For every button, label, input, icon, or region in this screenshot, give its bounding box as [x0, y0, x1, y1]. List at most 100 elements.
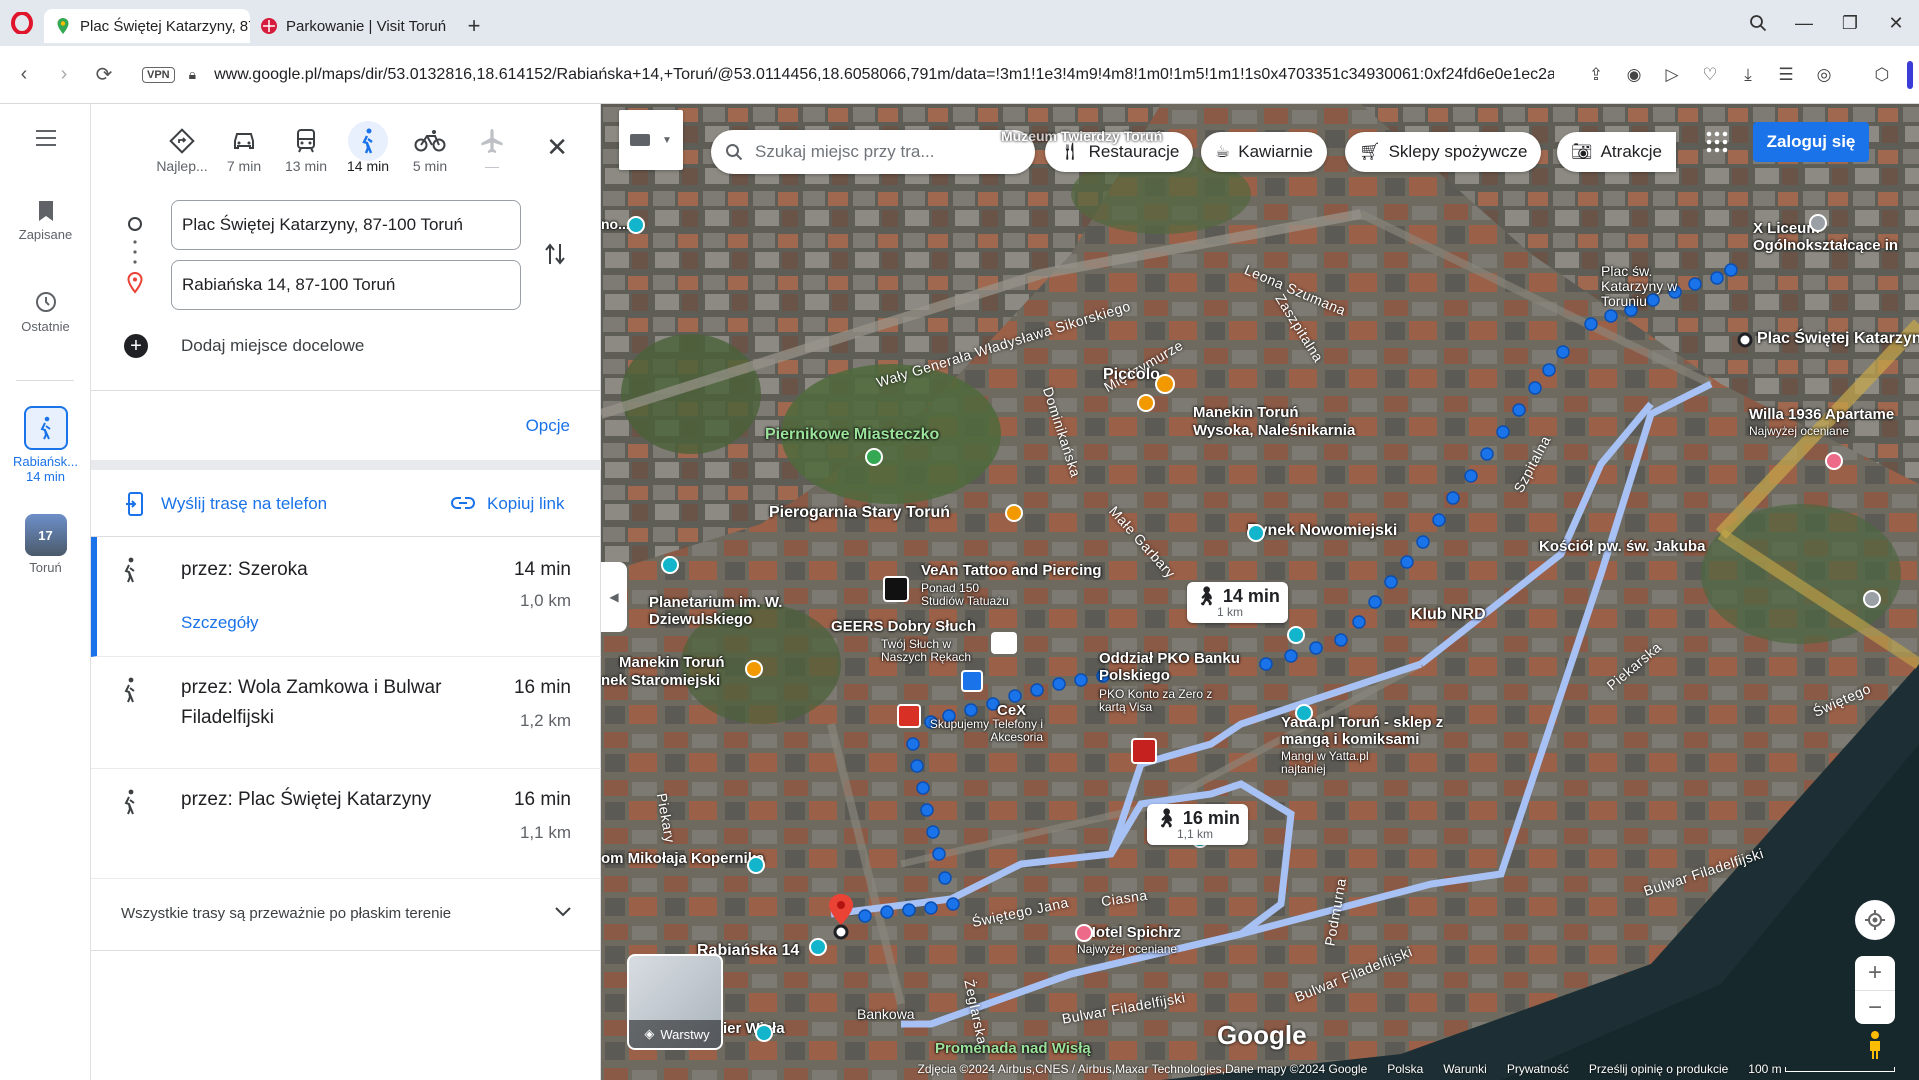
- mode-car[interactable]: 7 min: [213, 124, 275, 174]
- place-label[interactable]: Planetarium im. W. Dziewulskiego: [649, 594, 799, 628]
- city-button[interactable]: 17 Toruń: [0, 514, 91, 575]
- sign-in-button[interactable]: Zaloguj się: [1753, 122, 1869, 162]
- mode-best[interactable]: Najlep...: [151, 124, 213, 174]
- footer-link-country[interactable]: Polska: [1387, 1062, 1423, 1076]
- new-tab-button[interactable]: +: [456, 9, 492, 43]
- heart-icon[interactable]: ♡: [1691, 65, 1729, 85]
- attraction-pin-icon[interactable]: [755, 1024, 773, 1042]
- restaurant-pin-icon[interactable]: [1137, 394, 1155, 412]
- chip-attractions[interactable]: 📷︎ Atrakcje: [1557, 132, 1677, 172]
- send-to-phone-icon[interactable]: [125, 492, 145, 516]
- footer-link-terms[interactable]: Warunki: [1443, 1062, 1487, 1076]
- footer-link-feedback[interactable]: Prześlij opinię o produkcie: [1589, 1062, 1728, 1076]
- tab-google-maps[interactable]: Plac Świętej Katarzyny, 87: [44, 9, 250, 43]
- copy-link-button[interactable]: Kopiuj link: [487, 494, 565, 514]
- place-label[interactable]: Plac św. Katarzyny w Toruniu: [1601, 264, 1691, 309]
- bank-pin-icon[interactable]: [961, 670, 983, 692]
- attraction-pin-icon[interactable]: [1287, 626, 1305, 644]
- attraction-pin-icon[interactable]: [627, 216, 645, 234]
- mode-flight[interactable]: —: [461, 124, 523, 174]
- layers-button[interactable]: ◈ Warstwy: [627, 954, 723, 1050]
- mode-walk[interactable]: 14 min: [337, 121, 399, 174]
- profile-icon[interactable]: ◎: [1805, 65, 1843, 85]
- school-pin-icon[interactable]: [1863, 590, 1881, 608]
- minimize-button[interactable]: —: [1781, 0, 1827, 46]
- destination-input[interactable]: Rabiańska 14, 87-100 Toruń: [171, 260, 521, 310]
- tab-search-icon[interactable]: [1735, 0, 1781, 46]
- attraction-pin-icon[interactable]: [1247, 524, 1265, 542]
- place-label[interactable]: GEERS Dobry Słuch: [831, 618, 976, 635]
- school-pin-icon[interactable]: [1809, 214, 1827, 232]
- link-icon[interactable]: [451, 496, 475, 510]
- extensions-icon[interactable]: ⬡: [1863, 65, 1901, 85]
- apps-grid-icon[interactable]: [1705, 130, 1729, 154]
- url-field[interactable]: www.google.pl/maps/dir/53.0132816,18.614…: [214, 66, 1554, 84]
- yatta-logo-icon[interactable]: [1131, 738, 1157, 764]
- zoom-out-button[interactable]: −: [1855, 990, 1895, 1024]
- place-label[interactable]: om Mikołaja Kopernika: [601, 850, 764, 867]
- geers-logo-icon[interactable]: [991, 632, 1017, 654]
- add-destination-icon[interactable]: +: [124, 334, 148, 358]
- add-destination-link[interactable]: Dodaj miejsce docelowe: [181, 336, 364, 356]
- tab-visit-torun[interactable]: Parkowanie | Visit Toruń: [250, 9, 456, 43]
- back-button[interactable]: ‹: [4, 55, 44, 95]
- map-search-input[interactable]: Szukaj miejsc przy tra...: [755, 142, 935, 162]
- play-icon[interactable]: ▷: [1653, 65, 1691, 85]
- place-label[interactable]: Manekin Toruń: [1193, 404, 1299, 421]
- maximize-button[interactable]: ❐: [1827, 0, 1873, 46]
- opera-logo-icon[interactable]: [0, 0, 44, 46]
- place-label[interactable]: X Liceum Ogólnokształcące in: [1753, 220, 1913, 254]
- chip-groceries[interactable]: 🛒︎ Sklepy spożywcze: [1345, 132, 1542, 172]
- place-label[interactable]: Hotel Spichrz: [1085, 924, 1181, 941]
- place-label[interactable]: Willa 1936 Apartame: [1749, 406, 1894, 423]
- restaurant-pin-icon[interactable]: [745, 660, 763, 678]
- restaurant-pin-icon[interactable]: [1005, 504, 1023, 522]
- forward-button[interactable]: ›: [44, 55, 84, 95]
- route-details-link[interactable]: Szczegóły: [181, 613, 258, 633]
- toolbar-toggle-button[interactable]: ▼: [619, 110, 683, 170]
- share-icon[interactable]: ⇪: [1577, 65, 1615, 85]
- place-label[interactable]: Piernikowe Miasteczko: [765, 426, 939, 444]
- scale-label[interactable]: 100 m: [1748, 1062, 1895, 1076]
- recent-button[interactable]: Ostatnie: [0, 290, 91, 334]
- close-directions-button[interactable]: ✕: [546, 132, 568, 163]
- saved-button[interactable]: Zapisane: [0, 200, 91, 242]
- route-time-bubble-primary[interactable]: 🚶︎ 14 min 1 km: [1187, 582, 1288, 623]
- origin-input[interactable]: Plac Świętej Katarzyny, 87-100 Toruń: [171, 200, 521, 250]
- map-search-box[interactable]: Szukaj miejsc przy tra...: [711, 130, 1035, 174]
- hotel-pin-icon[interactable]: [1825, 452, 1843, 470]
- recent-trip-button[interactable]: Rabiańsk... 14 min: [0, 406, 91, 484]
- lock-icon[interactable]: 🔒︎: [189, 66, 196, 83]
- pegman-icon[interactable]: [1861, 1028, 1889, 1062]
- camera-icon[interactable]: ◉: [1615, 65, 1653, 85]
- vpn-badge[interactable]: VPN: [142, 66, 175, 83]
- place-label[interactable]: ier Wisła: [723, 1020, 785, 1037]
- route-option-1[interactable]: przez: Szeroka 14 min 1,0 km Szczegóły: [91, 537, 601, 657]
- easy-setup-icon[interactable]: ☰: [1767, 65, 1805, 85]
- map-canvas[interactable]: ▼ Szukaj miejsc przy tra... 🍴︎ Restauracj…: [601, 104, 1919, 1080]
- place-label[interactable]: VeAn Tattoo and Piercing: [921, 562, 1102, 579]
- origin-label[interactable]: Plac Świętej Katarzyny: [1757, 330, 1919, 348]
- place-label[interactable]: Manekin Toruń: [619, 654, 725, 671]
- terrain-note-row[interactable]: Wszystkie trasy są przeważnie po płaskim…: [91, 879, 601, 951]
- collapse-panel-button[interactable]: ◀: [601, 562, 627, 632]
- place-label[interactable]: Oddział PKO Banku Polskiego: [1099, 650, 1249, 684]
- options-button[interactable]: Opcje: [526, 416, 570, 436]
- park-pin-icon[interactable]: [865, 448, 883, 466]
- cex-logo-icon[interactable]: [897, 704, 921, 728]
- mode-bike[interactable]: 5 min: [399, 124, 461, 174]
- place-label[interactable]: Klub NRD: [1411, 606, 1486, 624]
- route-time-bubble-alt[interactable]: 🚶︎ 16 min 1,1 km: [1147, 804, 1248, 845]
- my-location-button[interactable]: [1855, 900, 1895, 940]
- route-option-3[interactable]: przez: Plac Świętej Katarzyny 16 min 1,1…: [91, 769, 601, 879]
- hotel-pin-icon[interactable]: [1075, 924, 1093, 942]
- route-option-2[interactable]: przez: Wola Zamkowa i Bulwar Filadelfijs…: [91, 657, 601, 769]
- place-label[interactable]: Promenada nad Wisłą: [935, 1040, 1091, 1057]
- attraction-pin-icon[interactable]: [661, 556, 679, 574]
- place-label[interactable]: Kościół pw. św. Jakuba: [1539, 538, 1705, 555]
- chip-cafes[interactable]: ☕︎ Kawiarnie: [1201, 132, 1327, 172]
- restaurant-pin-icon[interactable]: [1155, 374, 1175, 394]
- place-label[interactable]: Pierogarnia Stary Toruń: [769, 504, 950, 522]
- zoom-in-button[interactable]: +: [1855, 956, 1895, 990]
- close-window-button[interactable]: ✕: [1873, 0, 1919, 46]
